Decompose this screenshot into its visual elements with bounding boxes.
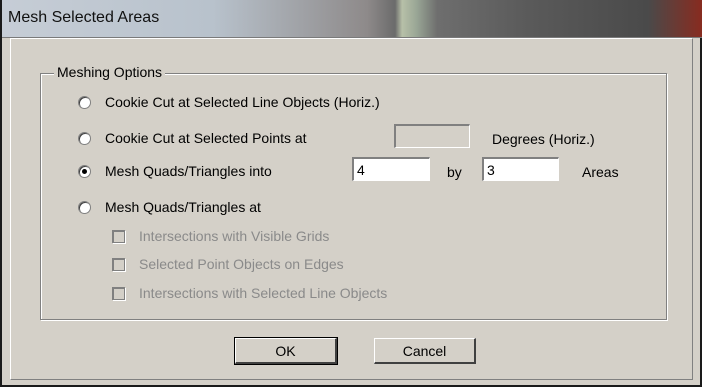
mesh-count-a-input[interactable] [352, 157, 430, 181]
option-mesh-at-label: Mesh Quads/Triangles at [105, 199, 261, 215]
option-cookie-cut-points[interactable]: Cookie Cut at Selected Points at [78, 130, 307, 146]
check-point-objects-label: Selected Point Objects on Edges [139, 256, 344, 272]
option-cookie-cut-points-label: Cookie Cut at Selected Points at [105, 130, 307, 146]
ok-button[interactable]: OK [234, 337, 338, 365]
radio-mesh-at[interactable] [78, 200, 91, 214]
mesh-count-b-input[interactable] [482, 157, 559, 181]
window-title: Mesh Selected Areas [8, 9, 160, 26]
option-mesh-at[interactable]: Mesh Quads/Triangles at [78, 199, 261, 215]
checkbox-line-objects[interactable] [112, 286, 125, 300]
by-label: by [447, 164, 462, 180]
radio-cookie-cut-points[interactable] [78, 131, 91, 145]
check-visible-grids[interactable]: Intersections with Visible Grids [112, 228, 329, 244]
checkbox-visible-grids[interactable] [112, 229, 125, 243]
degrees-label: Degrees (Horiz.) [492, 131, 595, 147]
degrees-input[interactable] [394, 124, 470, 148]
option-mesh-into[interactable]: Mesh Quads/Triangles into [78, 163, 272, 179]
group-label: Meshing Options [54, 64, 166, 80]
check-visible-grids-label: Intersections with Visible Grids [139, 228, 330, 244]
title-bar[interactable]: Mesh Selected Areas [2, 0, 702, 38]
meshing-options-group [40, 73, 667, 320]
checkbox-point-objects[interactable] [112, 257, 125, 271]
check-line-objects-label: Intersections with Selected Line Objects [139, 285, 388, 301]
option-mesh-into-label: Mesh Quads/Triangles into [105, 163, 272, 179]
radio-mesh-into[interactable] [78, 164, 91, 178]
radio-cookie-cut-lines[interactable] [78, 95, 91, 109]
cancel-button[interactable]: Cancel [374, 338, 476, 364]
areas-label: Areas [582, 164, 619, 180]
option-cookie-cut-lines[interactable]: Cookie Cut at Selected Line Objects (Hor… [78, 94, 380, 110]
mesh-selected-areas-dialog: Mesh Selected Areas Meshing Options Cook… [0, 0, 702, 387]
option-cookie-cut-lines-label: Cookie Cut at Selected Line Objects (Hor… [105, 94, 380, 110]
check-point-objects[interactable]: Selected Point Objects on Edges [112, 256, 344, 272]
check-line-objects[interactable]: Intersections with Selected Line Objects [112, 285, 387, 301]
